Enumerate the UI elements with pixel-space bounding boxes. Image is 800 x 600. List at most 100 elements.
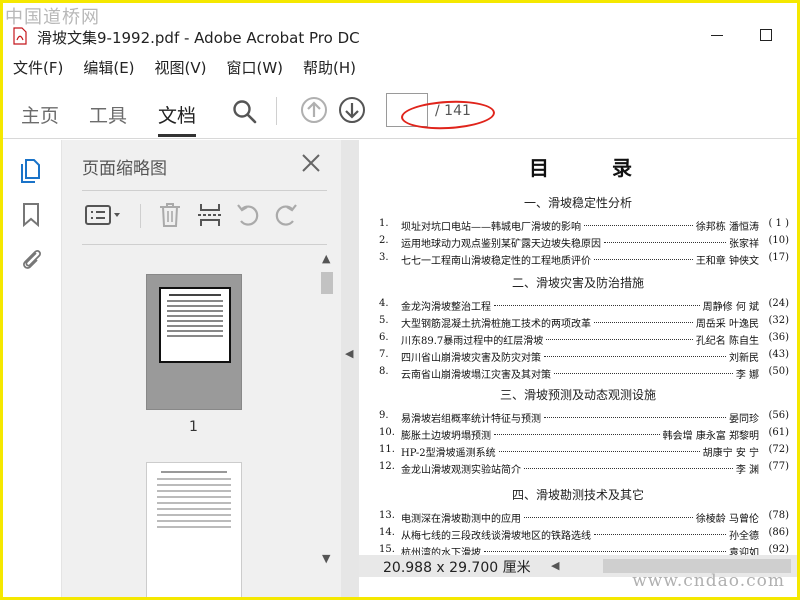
search-icon[interactable] [232,99,258,125]
toc-leader-dots [499,451,700,452]
toc-entry-title: 杭州湾的水下滑坡 [401,548,481,555]
bookmark-icon[interactable] [17,200,45,228]
toc-entry[interactable]: 5. 大型钢筋混凝土抗滑桩施工技术的两项改革 周岳采 叶逸民 (32) [379,315,789,331]
next-page-icon[interactable] [338,96,366,124]
toc-leader-dots [594,534,726,535]
menu-window[interactable]: 窗口(W) [217,57,294,81]
page-thumbnail-2[interactable] [146,462,242,597]
toc-section-heading: 一、滑坡稳定性分析 [523,196,632,210]
extract-pages-icon[interactable] [196,200,224,230]
toc-entry[interactable]: 11. HP-2型滑坡遥测系统 胡康宁 安 宁 (72) [379,444,789,460]
toc-entry-author: 周静修 何 斌 [702,302,759,313]
toc-entry-number: 7. [379,349,389,360]
tab-document[interactable]: 文档 [158,101,197,137]
toc-entry-page: (56) [768,410,789,421]
menu-help[interactable]: 帮助(H) [293,57,366,81]
toc-entry[interactable]: 1. 坝址对坑口电站——韩城电厂滑坡的影响 徐邦栋 潘恒涛 ( 1 ) [379,218,789,234]
toc-entry-author: 周岳采 叶逸民 [695,319,759,330]
toc-entry[interactable]: 7. 四川省山崩滑坡灾害及防灾对策 刘新民 (43) [379,349,789,365]
toc-entry-number: 6. [379,332,389,343]
toc-entry[interactable]: 12. 金龙山滑坡观测实验站简介 李 渊 (77) [379,461,789,477]
toc-leader-dots [484,551,726,552]
toc-leader-dots [554,373,733,374]
toc-entry-author: 李 娜 [735,370,759,381]
close-icon[interactable] [300,152,322,174]
thumbnail-page-number: 1 [189,419,198,435]
toc-entry-title: 金龙山滑坡观测实验站简介 [401,465,521,476]
rotate-counterclockwise-icon[interactable] [234,200,262,230]
toc-entry-number: 3. [379,252,389,263]
toc-entry[interactable]: 2. 运用地球动力观点鉴别某矿露天边坡失稳原因 张家祥 (10) [379,235,789,251]
toc-entry-title: 膨胀土边坡坍塌预测 [401,431,491,442]
toc-entry-number: 13. [379,510,395,521]
toc-entry-author: 孔纪名 陈自生 [695,336,759,347]
toc-entry-page: (36) [768,332,789,343]
scroll-thumb[interactable] [321,272,333,294]
minimize-button[interactable] [711,35,723,36]
toc-entry-number: 14. [379,527,395,538]
toc-entry-number: 10. [379,427,395,438]
title-bar: 滑坡文集9-1992.pdf - Adobe Acrobat Pro DC [3,21,797,51]
tool-separator [140,204,141,228]
toc-entry-author: 晏同珍 [729,414,759,425]
panel-collapse-handle[interactable]: ◀ [341,140,359,597]
toc-entry-title: 大型钢筋混凝土抗滑桩施工技术的两项改革 [401,319,591,330]
toc-entry-page: (24) [768,298,789,309]
toc-entry[interactable]: 8. 云南省山崩滑坡塌江灾害及其对策 李 娜 (50) [379,366,789,382]
toolbar-separator [276,97,277,125]
collapse-arrow-icon[interactable]: ◀ [345,347,353,360]
toc-entry[interactable]: 14. 从梅七线的三段改线谈滑坡地区的铁路选线 孙全德 (86) [379,527,789,543]
page-thumbnail-1[interactable] [146,274,242,410]
toc-entry-page: (86) [768,527,789,538]
toc-entry-page: (10) [768,235,789,246]
page-thumbnails-icon[interactable] [17,156,45,184]
scroll-up-icon[interactable]: ▲ [322,252,330,265]
toc-entry[interactable]: 10. 膨胀土边坡坍塌预测 韩会增 康永富 郑黎明 (61) [379,427,789,443]
toc-entry-title: 四川省山崩滑坡灾害及防灾对策 [401,353,541,364]
scroll-left-icon[interactable]: ◀ [551,559,559,572]
toc-entry-page: (78) [768,510,789,521]
toc-leader-dots [544,356,726,357]
toc-entry-author: 袁迎如 [729,548,759,555]
toc-entry-page: (50) [768,366,789,377]
tab-home[interactable]: 主页 [21,101,59,128]
acrobat-window: 中国道桥网 滑坡文集9-1992.pdf - Adobe Acrobat Pro… [3,3,797,597]
thumbnail-toolbar [82,200,332,234]
toc-entry-author: 刘新民 [729,353,759,364]
toc-entry-title: 易滑坡岩组概率统计特征与预测 [401,414,541,425]
navigation-rail [3,140,61,597]
toc-entry[interactable]: 4. 金龙沟滑坡整治工程 周静修 何 斌 (24) [379,298,789,314]
toc-leader-dots [584,225,693,226]
menu-edit[interactable]: 编辑(E) [73,57,144,81]
toc-leader-dots [546,339,693,340]
toc-entry[interactable]: 13. 电测深在滑坡勘测中的应用 徐棱龄 马曾伦 (78) [379,510,789,526]
thumbnail-page-content [159,287,231,363]
options-menu-icon[interactable] [84,200,124,230]
scroll-down-icon[interactable]: ▼ [322,552,330,565]
toc-entry[interactable]: 9. 易滑坡岩组概率统计特征与预测 晏同珍 (56) [379,410,789,426]
toc-entry-title: 川东89.7暴雨过程中的红层滑坡 [401,336,544,347]
toc-entry-number: 1. [379,218,389,229]
toc-section-heading: 三、滑坡预测及动态观测设施 [499,388,656,402]
toc-entry-page: (43) [768,349,789,360]
thumbnail-scrollbar[interactable]: ▲ ▼ [319,252,335,572]
maximize-button[interactable] [760,29,772,41]
toc-entry-page: ( 1 ) [768,218,789,229]
toc-entry[interactable]: 6. 川东89.7暴雨过程中的红层滑坡 孔纪名 陈自生 (36) [379,332,789,348]
toc-leader-dots [544,417,726,418]
menu-view[interactable]: 视图(V) [145,57,217,81]
rotate-clockwise-icon[interactable] [272,200,300,230]
toc-entry-author: 徐邦栋 潘恒涛 [695,222,759,233]
toc-entry-number: 8. [379,366,389,377]
toc-leader-dots [594,322,693,323]
menu-bar: 文件(F) 编辑(E) 视图(V) 窗口(W) 帮助(H) [3,57,366,81]
attachment-icon[interactable] [17,244,45,272]
pdf-file-icon [13,27,27,45]
toc-entry[interactable]: 3. 七七一工程南山滑坡稳定性的工程地质评价 王和章 钟侠文 (17) [379,252,789,268]
toc-entry[interactable]: 15. 杭州湾的水下滑坡 袁迎如 (92) [379,544,789,555]
menu-file[interactable]: 文件(F) [3,57,73,81]
previous-page-icon[interactable] [300,96,328,124]
tab-tools[interactable]: 工具 [89,101,127,128]
page-size-label: 20.988 x 29.700 厘米 [383,560,531,576]
delete-page-icon[interactable] [156,200,184,230]
